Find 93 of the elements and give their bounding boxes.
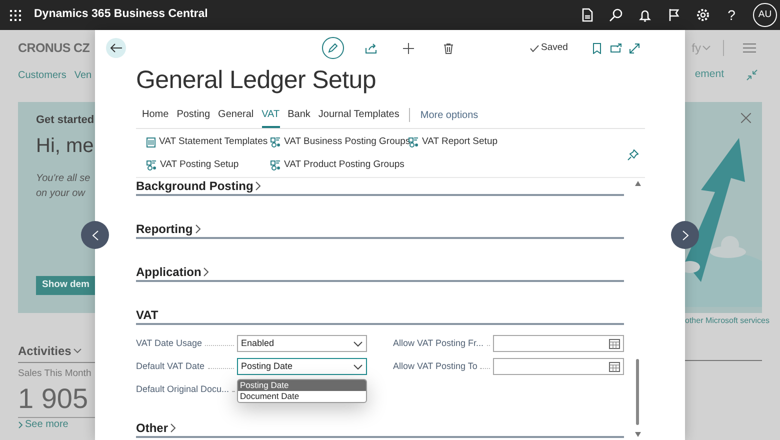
delete-icon [444, 42, 452, 54]
report-icon [146, 137, 156, 148]
action-button[interactable]: VAT Statement Templates [146, 131, 270, 154]
dropdown-field[interactable]: Enabled [237, 335, 367, 352]
tab[interactable]: VAT [262, 102, 280, 128]
metric-label: Sales This Month [18, 367, 92, 381]
field-label: Allow VAT Posting To [393, 360, 478, 373]
more-options-button[interactable]: More options [420, 108, 478, 122]
settings-button[interactable] [695, 8, 710, 22]
tab[interactable]: Journal Templates [318, 102, 400, 128]
dropdown-field[interactable]: Posting Date [237, 358, 367, 375]
field-label: Default VAT Date [136, 360, 205, 373]
add-icon [403, 42, 414, 54]
action-button[interactable]: VAT Business Posting Groups [270, 131, 408, 154]
setup-icon [146, 160, 157, 171]
tab[interactable]: Home [142, 102, 169, 128]
product-name: Dynamics 365 Business Central [34, 7, 208, 22]
user-avatar[interactable]: AU [753, 3, 777, 27]
setup-icon [270, 160, 281, 171]
document-icon [580, 8, 592, 22]
chevron-right-icon [255, 181, 262, 191]
chevron-right-icon [18, 421, 23, 430]
action-button[interactable]: VAT Product Posting Groups [270, 154, 408, 177]
setup-icon [408, 137, 419, 148]
open-in-new-window-button[interactable] [610, 42, 622, 54]
section-header[interactable]: Reporting [136, 221, 201, 237]
greeting: Hi, me [36, 134, 94, 158]
section-header[interactable]: Other [136, 420, 176, 436]
open-in-new-window-icon [610, 43, 622, 53]
notification-button[interactable] [637, 8, 652, 22]
card-text: on your ow [36, 186, 85, 200]
caret-down-icon [353, 340, 363, 346]
saved-status: Saved [541, 40, 568, 55]
field-label: Allow VAT Posting Fr... [393, 336, 484, 350]
collapse-button[interactable] [746, 69, 758, 81]
card-text: You're all se [36, 172, 90, 186]
chevron-down-icon [702, 45, 711, 51]
flag-icon [668, 8, 680, 22]
waffle-icon [10, 10, 20, 20]
tab[interactable]: Bank [288, 102, 310, 128]
calendar-icon [609, 338, 620, 348]
check-icon [530, 44, 539, 52]
pin-icon [627, 149, 639, 161]
share-button[interactable] [364, 41, 378, 55]
next-icon [682, 230, 688, 240]
section-header[interactable]: Background Posting [136, 178, 262, 194]
dropdown-option[interactable]: Document Date [238, 391, 366, 402]
notification-icon [638, 8, 650, 22]
section-header[interactable]: VAT [136, 307, 158, 323]
delete-button[interactable] [442, 42, 454, 54]
section-header[interactable]: Application [136, 264, 210, 280]
caret-down-icon [353, 364, 363, 370]
bookmark-icon [592, 42, 601, 54]
back-button[interactable] [106, 38, 126, 58]
settings-icon [696, 8, 710, 22]
add-button[interactable] [402, 42, 415, 54]
collapse-icon [746, 69, 758, 81]
bookmark-button[interactable] [592, 42, 602, 54]
edit-icon [328, 43, 338, 53]
chevron-right-icon [170, 423, 176, 433]
help-button[interactable]: ? [724, 8, 739, 22]
search-button[interactable] [608, 8, 623, 22]
show-demo-button[interactable]: Show dem [36, 276, 95, 295]
close-icon [741, 113, 751, 123]
chevron-right-icon [194, 224, 201, 234]
section-title[interactable]: Activities [18, 342, 72, 360]
date-field[interactable] [493, 335, 624, 352]
chevron-down-icon [73, 348, 82, 354]
chevron-right-icon [203, 267, 210, 277]
action-button[interactable]: VAT Posting Setup [146, 154, 270, 177]
menu-icon [742, 43, 756, 53]
tab[interactable]: Posting [176, 102, 210, 128]
date-field[interactable] [493, 358, 624, 375]
close-button[interactable] [740, 112, 752, 124]
tab[interactable]: General [218, 102, 254, 128]
dropdown-option[interactable]: Posting Date [238, 380, 366, 391]
expand-button[interactable] [628, 42, 641, 54]
expand-icon [629, 42, 640, 54]
calendar-icon [609, 362, 620, 372]
field-label: Default Original Docu... [136, 382, 230, 396]
share-icon [365, 42, 377, 54]
previous-icon [92, 230, 98, 240]
pin-button[interactable] [627, 149, 639, 161]
app-launcher-button[interactable] [8, 8, 22, 22]
edit-button[interactable] [322, 37, 344, 59]
setup-icon [270, 137, 281, 148]
field-label: VAT Date Usage [136, 336, 202, 350]
company-name: CRONUS CZ [18, 40, 90, 57]
search-icon [608, 8, 622, 22]
back-icon [110, 43, 122, 53]
menu-button[interactable] [742, 42, 756, 54]
card-heading: Get started [36, 113, 94, 128]
page-title: General Ledger Setup [136, 66, 378, 96]
